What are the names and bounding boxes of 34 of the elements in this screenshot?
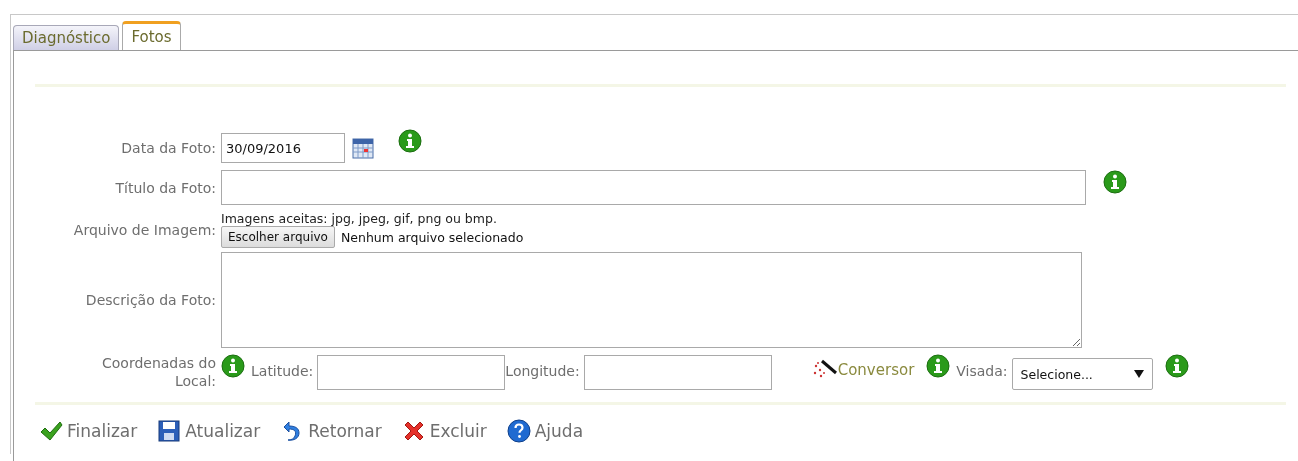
calendar-icon[interactable]: [352, 137, 374, 159]
update-button[interactable]: Atualizar: [157, 419, 261, 443]
visada-label: Visada:: [956, 363, 1008, 379]
finish-button[interactable]: Finalizar: [39, 419, 138, 443]
description-field[interactable]: [221, 252, 1082, 348]
tab[interactable]: Fotos: [122, 21, 181, 50]
info-icon[interactable]: [1164, 354, 1189, 378]
longitude-field[interactable]: [583, 355, 772, 390]
file-hint: Imagens aceitas: jpg, jpeg, gif, png ou bmp.: [221, 211, 498, 226]
tab[interactable]: Diagnóstico: [13, 25, 120, 50]
info-icon[interactable]: [398, 129, 422, 153]
info-icon[interactable]: [221, 354, 245, 378]
delete-button[interactable]: Excluir: [401, 419, 487, 443]
info-icon[interactable]: [926, 354, 951, 378]
help-icon: [506, 419, 531, 443]
field-label: Título da Foto:: [114, 179, 216, 196]
field-label: Coordenadas do Local:: [100, 354, 216, 390]
choose-file-button[interactable]: Escolher arquivo: [221, 226, 335, 248]
field-label: Descrição da Foto:: [84, 292, 216, 308]
date-field[interactable]: 30/09/2016: [221, 133, 345, 163]
field-label: Data da Foto:: [120, 140, 216, 156]
help-button[interactable]: Ajuda: [506, 419, 584, 443]
caret-icon: [1133, 370, 1144, 378]
converter-link[interactable]: Conversor: [811, 358, 915, 382]
latitude-field[interactable]: [317, 355, 506, 390]
title-field[interactable]: [221, 170, 1086, 205]
file-status: Nenhum arquivo selecionado: [340, 229, 524, 245]
info-icon[interactable]: [1103, 169, 1127, 194]
checkmark-icon: [39, 419, 63, 443]
visada-dropdown[interactable]: Selecione...: [1011, 358, 1153, 390]
longitude-label: Longitude:: [505, 363, 580, 379]
latitude-label: Latitude:: [251, 363, 314, 379]
return-button[interactable]: Retornar: [280, 419, 382, 443]
field-label: Arquivo de Imagem:: [72, 221, 216, 238]
